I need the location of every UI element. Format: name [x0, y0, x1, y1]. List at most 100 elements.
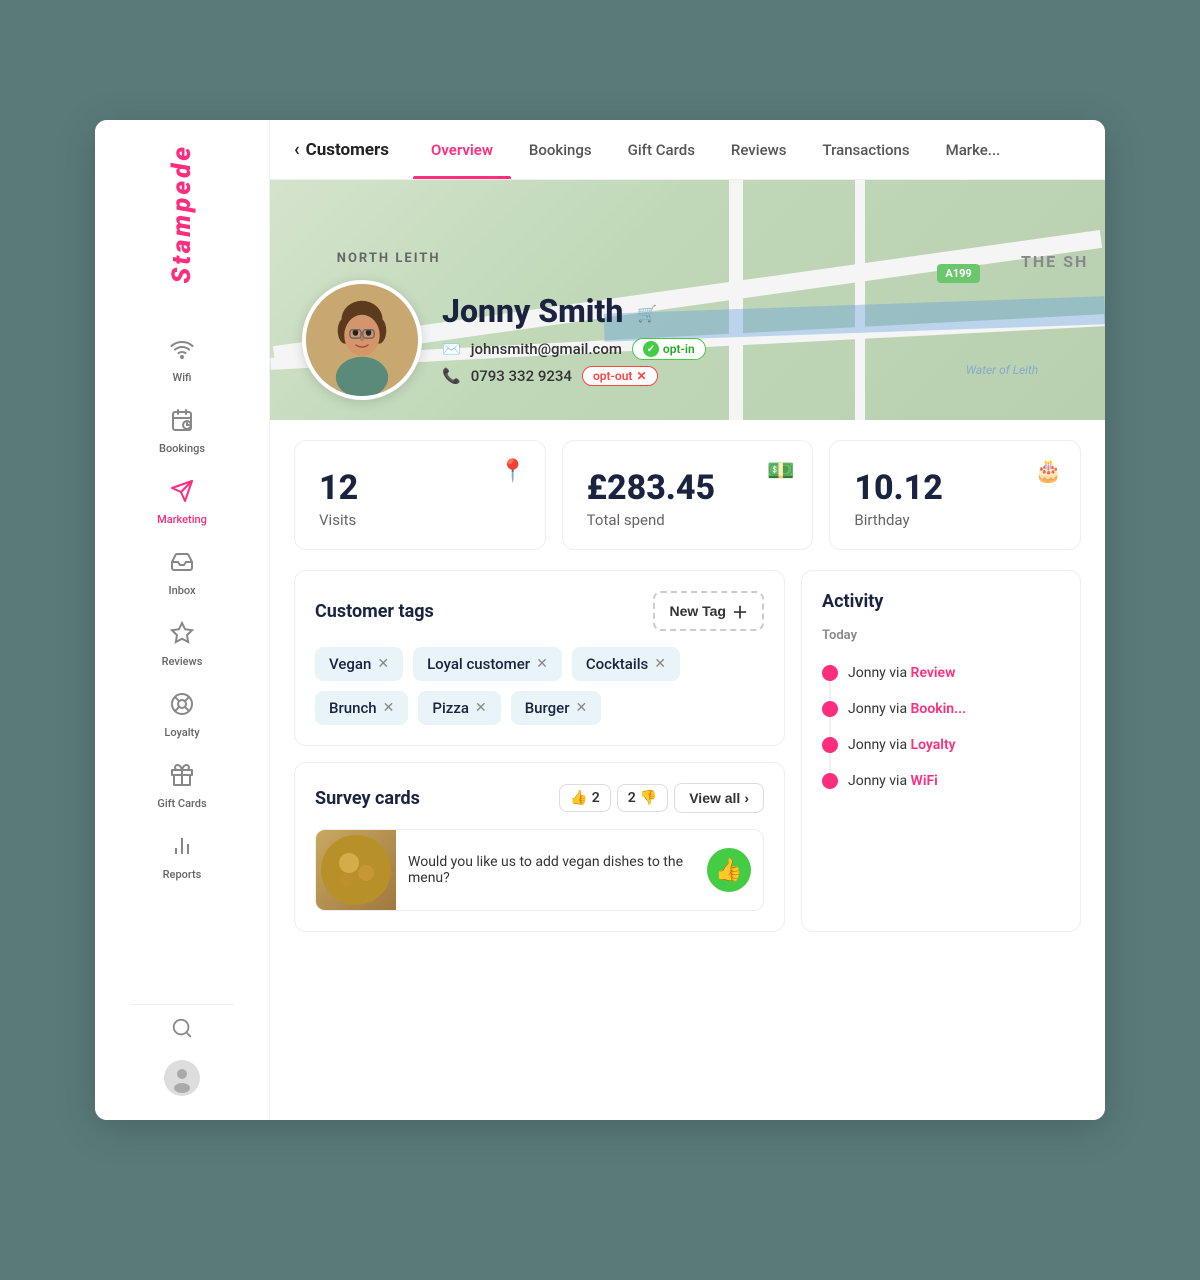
top-nav: ‹ Customers Overview Bookings Gift Cards…	[270, 120, 1105, 180]
tag-vegan[interactable]: Vegan ✕	[315, 647, 403, 681]
remove-tag-icon[interactable]: ✕	[475, 700, 487, 716]
view-all-button[interactable]: View all ›	[674, 783, 764, 813]
remove-tag-icon[interactable]: ✕	[536, 656, 548, 672]
x-icon: ✕	[636, 369, 646, 383]
giftcards-icon	[170, 763, 194, 793]
opt-out-badge: opt-out ✕	[582, 366, 658, 386]
profile-phone: 0793 332 9234	[471, 367, 572, 385]
survey-thumbs-up-button[interactable]: 👍	[707, 848, 751, 892]
activity-item-review: Jonny via Review	[822, 655, 1060, 691]
survey-question: Would you like us to add vegan dishes to…	[408, 846, 695, 894]
survey-cards-card: Survey cards 👍 2 2 👎	[294, 762, 785, 932]
profile-overlay: Jonny Smith 🛒 ✉️ johnsmith@gmail.com ✓ o…	[270, 260, 1105, 420]
activity-item-wifi: Jonny via WiFi	[822, 763, 1060, 799]
remove-tag-icon[interactable]: ✕	[654, 656, 666, 672]
tag-loyal-customer[interactable]: Loyal customer ✕	[413, 647, 562, 681]
activity-text: Jonny via Review	[848, 665, 955, 681]
visits-value: 12	[319, 471, 521, 505]
tags-grid: Vegan ✕ Loyal customer ✕ Cocktails ✕	[315, 647, 764, 725]
birthday-stat-card: 🎂 10.12 Birthday	[829, 440, 1081, 550]
activity-dot	[822, 701, 838, 717]
activity-list: Jonny via Review Jonny via Bookin...	[822, 655, 1060, 799]
back-label: Customers	[306, 140, 389, 160]
spend-stat-card: 💵 £283.45 Total spend	[562, 440, 814, 550]
activity-text: Jonny via Bookin...	[848, 701, 966, 717]
survey-title: Survey cards	[315, 788, 420, 809]
sidebar-item-bookings[interactable]: Bookings	[95, 398, 269, 465]
sidebar: Stampede Wifi	[95, 120, 270, 1120]
profile-name: Jonny Smith 🛒	[442, 292, 706, 330]
activity-item-booking: Jonny via Bookin...	[822, 691, 1060, 727]
profile-info: Jonny Smith 🛒 ✉️ johnsmith@gmail.com ✓ o…	[442, 292, 706, 400]
tags-header: Customer tags New Tag ＋	[315, 591, 764, 631]
marketing-icon	[170, 479, 194, 509]
tags-title: Customer tags	[315, 601, 434, 622]
tab-reviews[interactable]: Reviews	[713, 121, 805, 179]
tag-burger[interactable]: Burger ✕	[511, 691, 602, 725]
reviews-icon	[170, 621, 194, 651]
activity-today-label: Today	[822, 628, 1060, 643]
nav-tabs: Overview Bookings Gift Cards Reviews Tra…	[413, 121, 1018, 179]
activity-dot	[822, 737, 838, 753]
survey-header: Survey cards 👍 2 2 👎	[315, 783, 764, 813]
remove-tag-icon[interactable]: ✕	[576, 700, 588, 716]
activity-title: Activity	[822, 591, 1060, 612]
profile-header: NORTH LEITH A199 Water of Leith THE SH	[270, 180, 1105, 420]
profile-avatar	[302, 280, 422, 400]
sidebar-item-giftcards[interactable]: Gift Cards	[95, 753, 269, 820]
reports-icon	[170, 834, 194, 864]
thumbs-up-badge[interactable]: 👍 2	[559, 784, 610, 812]
survey-food-image	[316, 830, 396, 910]
activity-item-loyalty: Jonny via Loyalty	[822, 727, 1060, 763]
tag-cocktails[interactable]: Cocktails ✕	[572, 647, 680, 681]
survey-card-item: Would you like us to add vegan dishes to…	[315, 829, 764, 911]
chevron-right-icon: ›	[744, 790, 749, 806]
activity-dot	[822, 665, 838, 681]
activity-text: Jonny via Loyalty	[848, 737, 956, 753]
sidebar-item-loyalty[interactable]: Loyalty	[95, 682, 269, 749]
map-pin-icon: 📍	[499, 459, 526, 484]
stats-row: 📍 12 Visits 💵 £283.45 Total spend 🎂 10.1…	[270, 420, 1105, 570]
search-icon[interactable]	[171, 1017, 193, 1044]
tab-giftcards[interactable]: Gift Cards	[610, 121, 713, 179]
thumbs-up-icon: 👍	[570, 790, 587, 806]
sidebar-item-wifi[interactable]: Wifi	[95, 327, 269, 394]
birthday-value: 10.12	[854, 471, 1056, 505]
user-avatar[interactable]	[164, 1060, 200, 1096]
sidebar-divider	[130, 1004, 234, 1005]
tab-marketing[interactable]: Marke...	[928, 121, 1019, 179]
sidebar-item-reports[interactable]: Reports	[95, 824, 269, 891]
profile-phone-row: 📞 0793 332 9234 opt-out ✕	[442, 366, 706, 386]
thumbs-down-badge[interactable]: 2 👎	[617, 784, 668, 812]
tab-bookings[interactable]: Bookings	[511, 121, 610, 179]
sidebar-item-inbox[interactable]: Inbox	[95, 540, 269, 607]
app-logo: Stampede	[167, 144, 197, 287]
page-content: NORTH LEITH A199 Water of Leith THE SH	[270, 180, 1105, 1120]
survey-badges: 👍 2 2 👎 View all ›	[559, 783, 764, 813]
cart-icon: 🛒	[637, 304, 657, 323]
wifi-icon	[170, 337, 194, 367]
tag-pizza[interactable]: Pizza ✕	[418, 691, 500, 725]
sidebar-item-marketing[interactable]: Marketing	[95, 469, 269, 536]
back-to-customers[interactable]: ‹ Customers	[294, 131, 405, 168]
activity-dot	[822, 773, 838, 789]
tab-transactions[interactable]: Transactions	[804, 121, 927, 179]
tab-overview[interactable]: Overview	[413, 121, 511, 179]
plus-icon: ＋	[732, 599, 748, 623]
spend-value: £283.45	[587, 471, 789, 505]
bookings-icon	[170, 408, 194, 438]
back-chevron-icon: ‹	[294, 139, 300, 160]
check-icon: ✓	[643, 341, 659, 357]
new-tag-button[interactable]: New Tag ＋	[653, 591, 764, 631]
activity-card: Activity Today Jonny via Review	[801, 570, 1081, 932]
visits-stat-card: 📍 12 Visits	[294, 440, 546, 550]
thumbs-up-response-icon: 👍	[715, 858, 742, 883]
thumbs-down-icon: 👎	[640, 790, 657, 806]
remove-tag-icon[interactable]: ✕	[377, 656, 389, 672]
birthday-icon: 🎂	[1035, 459, 1062, 484]
right-column: Activity Today Jonny via Review	[801, 570, 1081, 932]
sidebar-item-reviews[interactable]: Reviews	[95, 611, 269, 678]
loyalty-icon	[170, 692, 194, 722]
remove-tag-icon[interactable]: ✕	[383, 700, 395, 716]
tag-brunch[interactable]: Brunch ✕	[315, 691, 408, 725]
